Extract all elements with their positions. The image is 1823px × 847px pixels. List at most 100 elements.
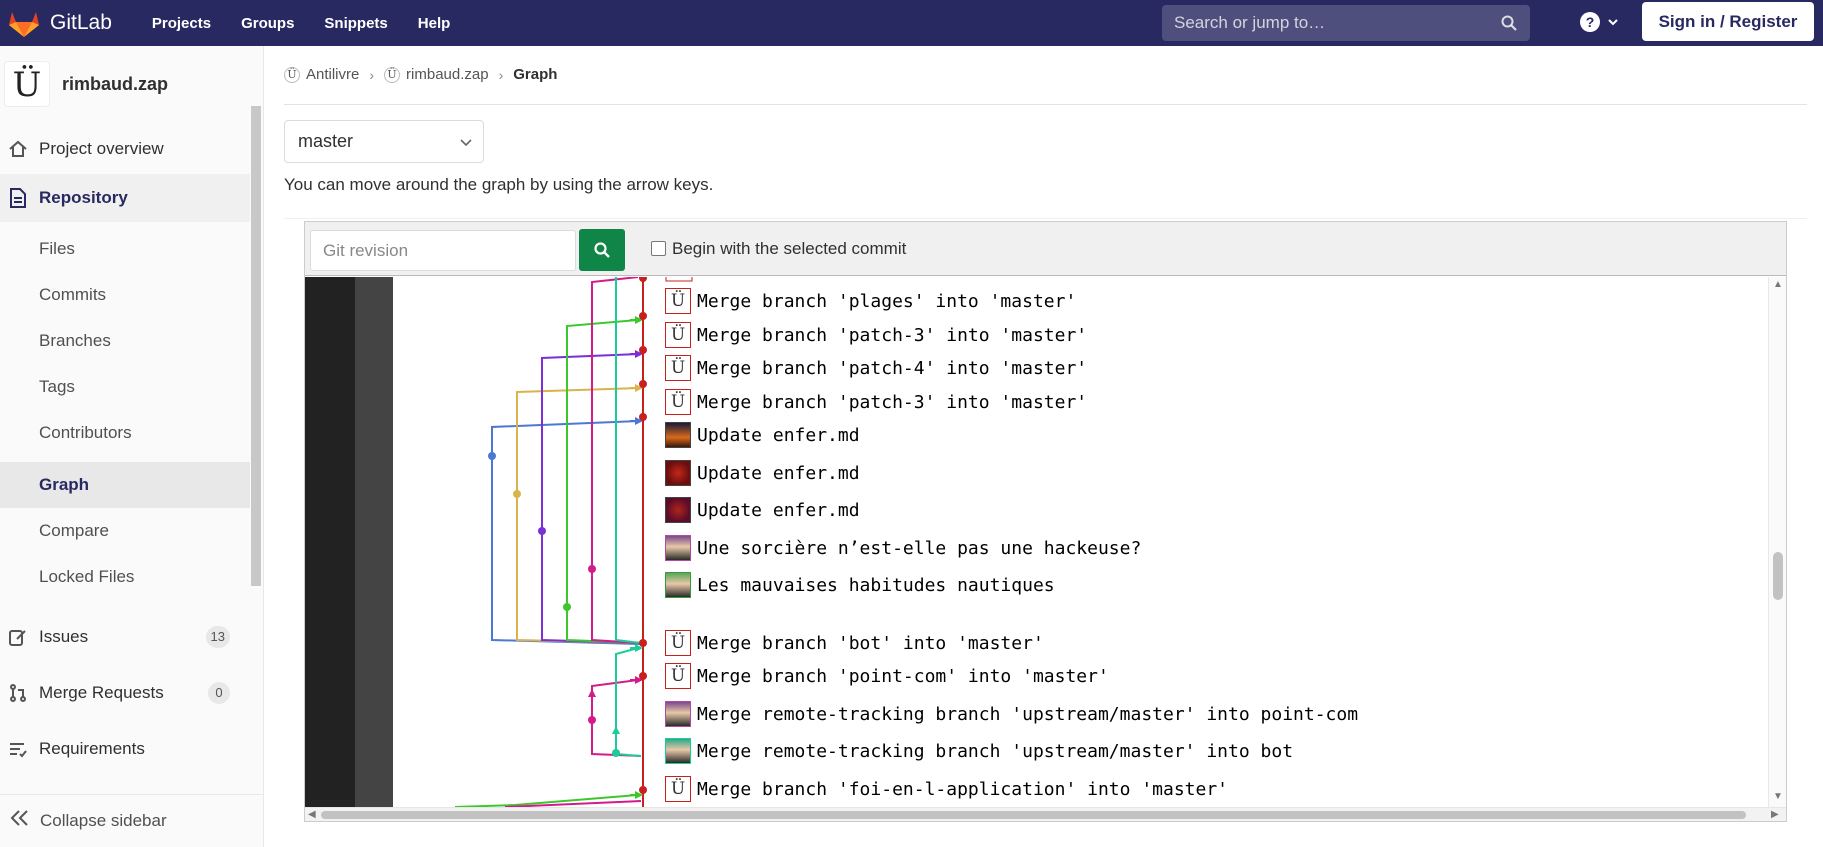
breadcrumb-group[interactable]: Antilivre (306, 66, 359, 83)
chevron-right-icon: › (369, 66, 375, 83)
sidebar-item-locked-files[interactable]: Locked Files (0, 554, 250, 600)
commit-message[interactable]: Merge branch 'point-com' into 'master' (697, 666, 1109, 687)
begin-with-selected-commit-label[interactable]: Begin with the selected commit (672, 239, 906, 259)
nav-snippets[interactable]: Snippets (324, 15, 387, 32)
help-dropdown[interactable]: ? (1580, 12, 1618, 32)
nav-links: Projects Groups Snippets Help (152, 15, 480, 32)
sidebar-scrollbar[interactable] (251, 106, 261, 586)
sidebar-item-merge-requests[interactable]: Merge Requests 0 (0, 670, 250, 716)
sidebar-item-label: Requirements (39, 739, 145, 758)
graph-toolbar: Begin with the selected commit (305, 222, 1786, 276)
sidebar-item-contributors[interactable]: Contributors (0, 410, 250, 456)
scroll-left-arrow-icon[interactable]: ◀ (308, 809, 316, 820)
breadcrumb-project[interactable]: rimbaud.zap (406, 66, 489, 83)
git-revision-input[interactable] (310, 230, 576, 271)
graph-hint-text: You can move around the graph by using t… (284, 175, 714, 194)
commit-message[interactable]: Une sorcière n’est-elle pas une hackeuse… (697, 538, 1141, 559)
nav-projects[interactable]: Projects (152, 15, 211, 32)
commit-row[interactable]: Ü Merge branch 'patch-3' into 'master' (665, 320, 1087, 350)
project-name: rimbaud.zap (62, 73, 169, 94)
collapse-sidebar-button[interactable]: Collapse sidebar (0, 794, 264, 846)
revision-search-button[interactable] (579, 229, 625, 271)
gitlab-home-link[interactable]: GitLab (8, 0, 112, 46)
breadcrumb-current[interactable]: Graph (513, 66, 557, 83)
commit-row[interactable]: Les mauvaises habitudes nautiques (665, 570, 1055, 600)
group-avatar-icon: Ü (284, 66, 300, 83)
scroll-up-arrow-icon[interactable]: ▲ (1773, 279, 1783, 290)
begin-with-selected-commit-checkbox[interactable] (651, 241, 666, 256)
commit-author-avatar: Ü (665, 322, 691, 348)
commit-row[interactable]: Ü Merge branch 'patch-4' into 'master' (665, 353, 1087, 383)
commit-author-avatar (665, 572, 691, 598)
gitlab-logo-icon (9, 12, 39, 37)
project-header[interactable]: Ü rimbaud.zap (0, 46, 263, 122)
nav-groups[interactable]: Groups (241, 15, 294, 32)
commit-author-avatar: Ü (665, 355, 691, 381)
chevron-down-icon (460, 139, 472, 147)
commit-message[interactable]: Merge branch 'patch-3' into 'master' (697, 325, 1087, 346)
scroll-down-arrow-icon[interactable]: ▼ (1773, 791, 1783, 802)
graph-canvas[interactable]: Ü Merge branch 'plages' into 'master' Ü … (305, 277, 1786, 807)
commit-message[interactable]: Update enfer.md (697, 500, 860, 521)
commit-message[interactable]: Merge branch 'foi-en-l-application' into… (697, 779, 1228, 800)
home-icon (7, 138, 29, 160)
issues-count-badge: 13 (205, 626, 230, 648)
sidebar-item-requirements[interactable]: Requirements (0, 726, 250, 772)
commit-message[interactable]: Merge branch 'patch-3' into 'master' (697, 392, 1087, 413)
commit-message[interactable]: Merge branch 'bot' into 'master' (697, 633, 1044, 654)
issues-icon (7, 626, 29, 648)
sidebar-item-issues[interactable]: Issues 13 (0, 614, 250, 660)
sidebar-item-tags[interactable]: Tags (0, 364, 250, 410)
commit-row[interactable]: Ü Merge branch 'bot' into 'master' (665, 628, 1044, 658)
commit-message[interactable]: Merge branch 'patch-4' into 'master' (697, 358, 1087, 379)
commit-message[interactable]: Update enfer.md (697, 463, 860, 484)
commit-message[interactable]: Merge branch 'plages' into 'master' (697, 291, 1076, 312)
commit-row[interactable]: Merge remote-tracking branch 'upstream/m… (665, 736, 1293, 766)
commit-message[interactable]: Les mauvaises habitudes nautiques (697, 575, 1055, 596)
sidebar-item-repository[interactable]: Repository (0, 174, 250, 222)
commit-row[interactable]: Ü Merge branch 'point-com' into 'master' (665, 661, 1109, 691)
sidebar-item-branches[interactable]: Branches (0, 318, 250, 364)
vertical-scroll-thumb[interactable] (1773, 552, 1783, 600)
search-icon (594, 242, 610, 258)
scroll-right-arrow-icon[interactable]: ▶ (1771, 809, 1779, 820)
search-placeholder: Search or jump to… (1174, 13, 1326, 32)
commit-row[interactable]: Ü Merge branch 'patch-3' into 'master' (665, 387, 1087, 417)
branch-select-dropdown[interactable]: master (284, 120, 484, 163)
document-icon (7, 187, 29, 209)
branch-select-value: master (298, 131, 354, 151)
sidebar-item-project-overview[interactable]: Project overview (0, 126, 250, 172)
sidebar-item-files[interactable]: Files (0, 226, 250, 272)
commit-row[interactable]: Update enfer.md (665, 495, 860, 525)
commit-row[interactable]: Une sorcière n’est-elle pas une hackeuse… (665, 533, 1141, 563)
sidebar-item-commits[interactable]: Commits (0, 272, 250, 318)
sidebar-item-compare[interactable]: Compare (0, 508, 250, 554)
requirements-icon (7, 738, 29, 760)
commit-row[interactable]: Update enfer.md (665, 458, 860, 488)
commit-row[interactable]: Ü Merge branch 'plages' into 'master' (665, 286, 1076, 316)
divider (284, 104, 1807, 105)
search-input[interactable]: Search or jump to… (1162, 5, 1530, 41)
sign-in-button[interactable]: Sign in / Register (1642, 2, 1814, 41)
commit-message[interactable]: Merge remote-tracking branch 'upstream/m… (697, 704, 1358, 725)
sidebar-item-graph[interactable]: Graph (0, 462, 250, 508)
commit-row[interactable]: Update enfer.md (665, 420, 860, 450)
commit-row[interactable]: Merge remote-tracking branch 'upstream/m… (665, 699, 1358, 729)
commit-author-avatar: Ü (665, 288, 691, 314)
commit-author-avatar (665, 497, 691, 523)
sidebar-item-label: Repository (39, 188, 128, 207)
graph-horizontal-scrollbar[interactable]: ◀ ▶ (305, 807, 1786, 821)
commit-message[interactable]: Update enfer.md (697, 425, 860, 446)
graph-vertical-scrollbar[interactable]: ▲ ▼ (1768, 277, 1786, 807)
sidebar-item-label: Project overview (39, 139, 164, 158)
nav-help[interactable]: Help (418, 15, 451, 32)
commit-message[interactable]: Merge remote-tracking branch 'upstream/m… (697, 741, 1293, 762)
help-icon: ? (1580, 12, 1600, 32)
commit-row[interactable]: Ü Merge branch 'foi-en-l-application' in… (665, 774, 1228, 804)
commit-author-avatar (665, 422, 691, 448)
network-graph: Begin with the selected commit (304, 221, 1787, 822)
horizontal-scroll-thumb[interactable] (321, 811, 1746, 819)
brand-name: GitLab (50, 11, 112, 34)
commit-author-avatar: Ü (665, 663, 691, 689)
commit-author-avatar (665, 701, 691, 727)
